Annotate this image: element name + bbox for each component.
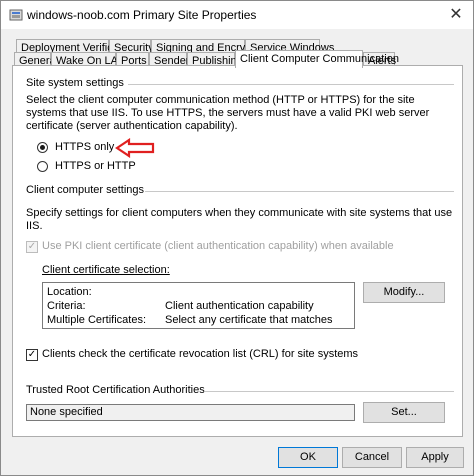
red-arrow-icon <box>115 138 155 158</box>
properties-dialog: windows-noob.com Primary Site Properties… <box>0 0 474 476</box>
cert-criteria-key: Criteria: <box>47 300 86 312</box>
section-divider <box>145 191 454 192</box>
site-properties-icon <box>9 9 23 21</box>
https-only-radio[interactable] <box>37 142 48 153</box>
crl-label[interactable]: Clients check the certificate revocation… <box>42 348 358 360</box>
site-system-heading: Site system settings <box>26 77 124 89</box>
client-computer-heading: Client computer settings <box>26 184 144 196</box>
certificate-info-box: Location: Criteria: Client authenticatio… <box>42 282 355 329</box>
site-system-description: Select the client computer communication… <box>26 94 430 132</box>
crl-checkbox[interactable]: ✓ <box>26 349 38 361</box>
client-computer-description: Specify settings for client computers wh… <box>26 207 453 232</box>
cancel-button[interactable]: Cancel <box>342 447 402 468</box>
cert-location-key: Location: <box>47 286 92 298</box>
trusted-root-heading: Trusted Root Certification Authorities <box>26 384 205 396</box>
https-or-http-radio[interactable] <box>37 161 48 172</box>
modify-button[interactable]: Modify... <box>363 282 445 303</box>
title-bar: windows-noob.com Primary Site Properties… <box>1 1 473 29</box>
use-pki-checkbox[interactable]: ✓ <box>26 241 38 253</box>
set-button[interactable]: Set... <box>363 402 445 423</box>
apply-button[interactable]: Apply <box>406 447 464 468</box>
https-or-http-label[interactable]: HTTPS or HTTP <box>55 160 136 172</box>
section-divider <box>205 391 454 392</box>
use-pki-label: Use PKI client certificate (client authe… <box>42 240 394 252</box>
trusted-root-field: None specified <box>26 404 355 421</box>
ok-button[interactable]: OK <box>278 447 338 468</box>
cert-multiple-value: Select any certificate that matches <box>165 314 333 326</box>
https-only-label[interactable]: HTTPS only <box>55 141 114 153</box>
close-icon[interactable]: ✕ <box>447 6 465 24</box>
tab-content-panel: Site system settings Select the client c… <box>12 65 463 437</box>
window-title: windows-noob.com Primary Site Properties <box>27 8 257 22</box>
tab-client-computer-communication[interactable]: Client Computer Communication <box>235 50 399 68</box>
section-divider <box>128 84 454 85</box>
cert-multiple-key: Multiple Certificates: <box>47 314 147 326</box>
cert-criteria-value: Client authentication capability <box>165 300 314 312</box>
cert-selection-label: Client certificate selection: <box>42 264 170 276</box>
